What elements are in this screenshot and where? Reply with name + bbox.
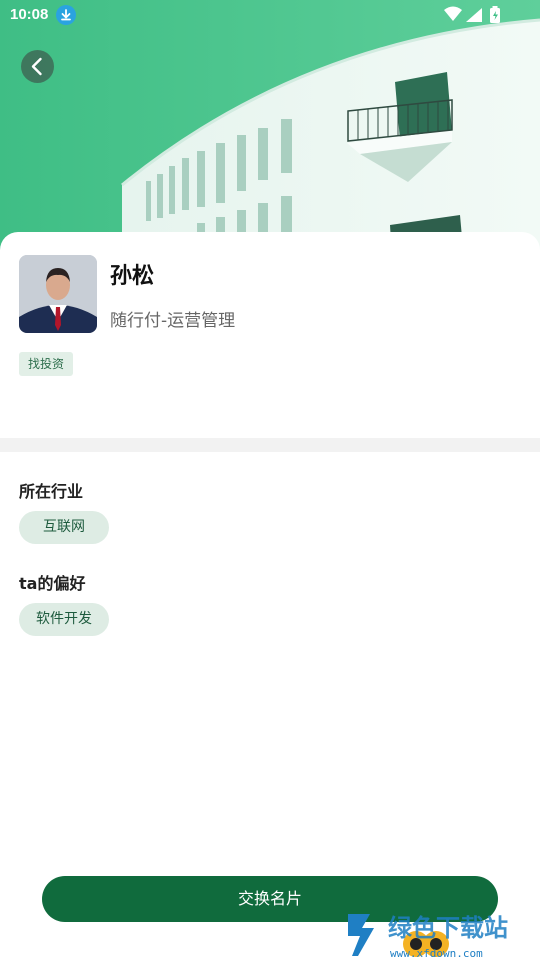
svg-text:www.xfdown.com: www.xfdown.com — [390, 947, 483, 960]
status-icons — [444, 5, 508, 25]
preference-title: ta的偏好 — [19, 574, 86, 593]
watermark-logo: 绿色下载站 www.xfdown.com — [344, 906, 540, 960]
svg-text:绿色下载站: 绿色下载站 — [388, 914, 508, 942]
section-divider — [0, 438, 540, 452]
wifi-icon — [444, 6, 462, 21]
header-background-image — [0, 0, 540, 260]
back-button[interactable] — [21, 50, 54, 83]
status-time: 10:08 — [10, 6, 49, 23]
intent-tag: 找投资 — [19, 352, 74, 376]
profile-name: 孙松 — [110, 264, 155, 289]
signal-icon — [466, 8, 482, 22]
industry-tag: 互联网 — [19, 511, 109, 544]
avatar — [19, 255, 97, 333]
status-bar: 10:08 — [0, 0, 540, 32]
profile-card: 孙松 随行付-运营管理 找投资 — [0, 232, 540, 438]
download-icon — [56, 5, 76, 25]
company-title: 随行付-运营管理 — [110, 311, 236, 331]
preference-tag: 软件开发 — [19, 603, 109, 636]
battery-icon — [490, 6, 500, 23]
chevron-left-icon — [31, 57, 42, 76]
industry-title: 所在行业 — [19, 482, 84, 501]
